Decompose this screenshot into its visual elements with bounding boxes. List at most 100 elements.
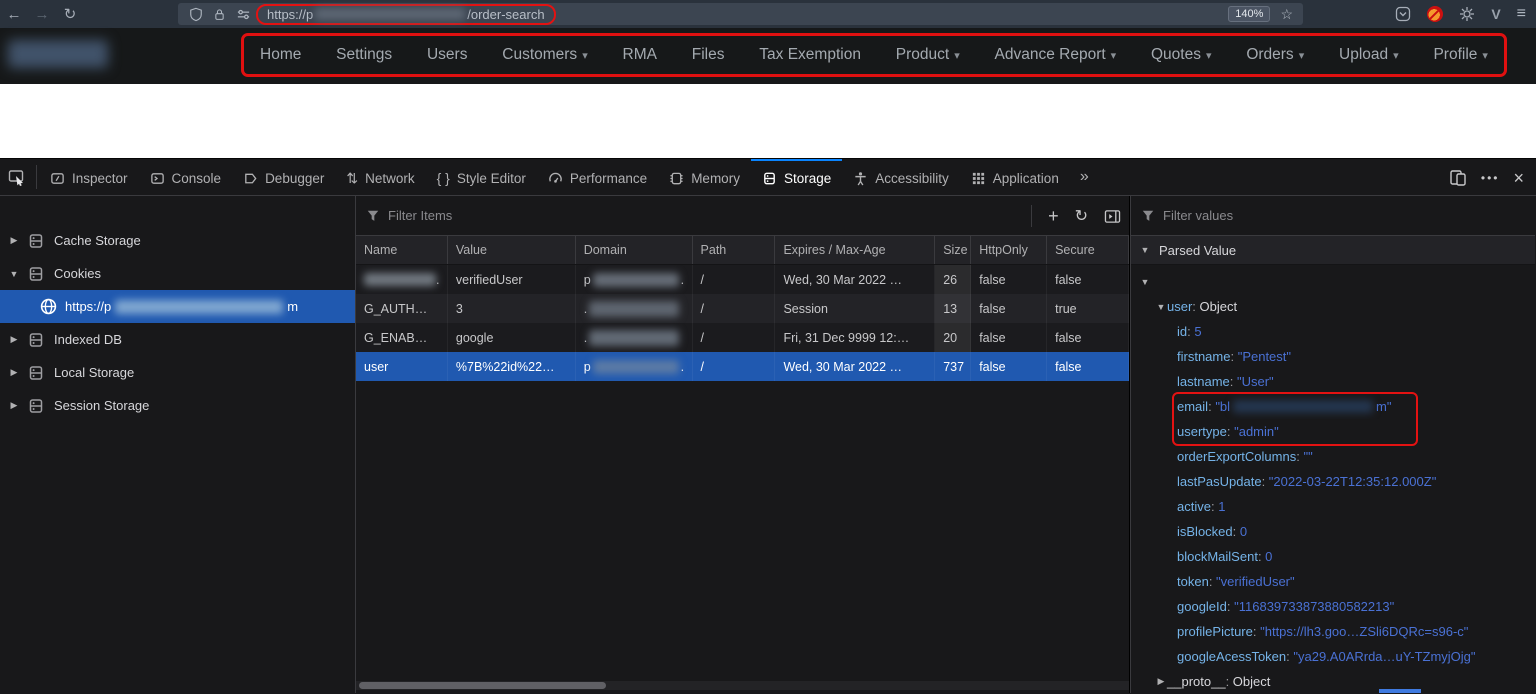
nav-item-customers[interactable]: Customers▾ bbox=[502, 46, 587, 64]
lock-icon[interactable] bbox=[213, 7, 226, 22]
tree-prop-isblocked[interactable]: isBlocked: 0 bbox=[1131, 519, 1535, 544]
tree-prop-lastname[interactable]: lastname: "User" bbox=[1131, 369, 1535, 394]
storage-type-icon bbox=[28, 332, 44, 348]
nav-item-tax-exemption[interactable]: Tax Exemption bbox=[759, 46, 861, 64]
bookmark-star-icon[interactable]: ☆ bbox=[1280, 6, 1293, 23]
nav-item-users[interactable]: Users bbox=[427, 46, 467, 64]
reload-button[interactable]: ↻ bbox=[56, 5, 84, 23]
col-header-domain[interactable]: Domain bbox=[576, 236, 693, 264]
tree-prop-blockmailsent[interactable]: blockMailSent: 0 bbox=[1131, 544, 1535, 569]
tree-prop-googleid[interactable]: googleId: "116839733873880582213" bbox=[1131, 594, 1535, 619]
toggle-sidebar-button[interactable] bbox=[1104, 209, 1121, 224]
filter-items-input[interactable]: Filter Items bbox=[388, 208, 452, 223]
table-row[interactable]: . verifiedUser p. / Wed, 30 Mar 2022 … 2… bbox=[356, 265, 1129, 294]
pocket-icon[interactable] bbox=[1395, 6, 1411, 22]
tree-prop-active[interactable]: active: 1 bbox=[1131, 494, 1535, 519]
add-item-button[interactable]: + bbox=[1048, 206, 1059, 227]
tree-prop-firstname[interactable]: firstname: "Pentest" bbox=[1131, 344, 1535, 369]
sidebar-item-local-storage[interactable]: ▶ Local Storage bbox=[0, 356, 355, 389]
tab-accessibility[interactable]: Accessibility bbox=[842, 159, 960, 195]
tree-prop-lastpasupdate[interactable]: lastPasUpdate: "2022-03-22T12:35:12.000Z… bbox=[1131, 469, 1535, 494]
nav-item-quotes[interactable]: Quotes▾ bbox=[1151, 46, 1212, 64]
url-bar[interactable]: https://p /order-search 140% ☆ bbox=[178, 3, 1303, 25]
nav-item-settings[interactable]: Settings bbox=[336, 46, 392, 64]
twisty-collapsed-icon[interactable]: ▶ bbox=[8, 400, 20, 411]
sidebar-item-session-storage[interactable]: ▶ Session Storage bbox=[0, 389, 355, 422]
twisty-collapsed-icon[interactable]: ▶ bbox=[8, 367, 20, 378]
sidebar-item-cookies[interactable]: ▼ Cookies bbox=[0, 257, 355, 290]
table-row[interactable]: G_AUTH… 3 . / Session 13 false true bbox=[356, 294, 1129, 323]
col-header-secure[interactable]: Secure bbox=[1047, 236, 1129, 264]
toolbar-addons: V ≡ bbox=[1395, 0, 1532, 28]
zoom-level-badge[interactable]: 140% bbox=[1228, 6, 1270, 22]
nav-item-orders[interactable]: Orders▾ bbox=[1246, 46, 1304, 64]
hamburger-menu-icon[interactable]: ≡ bbox=[1517, 5, 1526, 23]
tree-node-proto[interactable]: ▶__proto__: Object bbox=[1131, 669, 1535, 694]
tab-network[interactable]: ⇅ Network bbox=[335, 159, 425, 195]
permissions-icon[interactable] bbox=[236, 7, 251, 22]
col-header-value[interactable]: Value bbox=[448, 236, 576, 264]
twisty-expanded-icon[interactable]: ▼ bbox=[8, 269, 20, 279]
tree-prop-googleacesstoken[interactable]: googleAcessToken: "ya29.A0ARrda…uY-TZmyj… bbox=[1131, 644, 1535, 669]
responsive-mode-icon[interactable] bbox=[1449, 169, 1467, 187]
col-header-expires[interactable]: Expires / Max-Age bbox=[775, 236, 935, 264]
tab-storage[interactable]: Storage bbox=[751, 159, 842, 195]
back-button[interactable]: ← bbox=[0, 6, 28, 23]
nav-item-rma[interactable]: RMA bbox=[623, 46, 657, 64]
more-tabs-chevron-icon[interactable]: » bbox=[1070, 159, 1099, 195]
scrollbar-thumb[interactable] bbox=[1379, 689, 1421, 693]
horizontal-scrollbar[interactable] bbox=[356, 681, 1129, 690]
tab-style-editor[interactable]: { } Style Editor bbox=[426, 159, 537, 195]
twisty-collapsed-icon[interactable]: ▶ bbox=[8, 235, 20, 246]
gear-addon-icon[interactable] bbox=[1459, 6, 1475, 22]
col-header-size[interactable]: Size bbox=[935, 236, 971, 264]
tree-prop-id[interactable]: id: 5 bbox=[1131, 319, 1535, 344]
forward-button[interactable]: → bbox=[28, 6, 56, 23]
twisty-expanded-icon[interactable]: ▼ bbox=[1139, 245, 1151, 255]
twisty-collapsed-icon[interactable]: ▶ bbox=[1155, 676, 1167, 687]
nav-item-upload[interactable]: Upload▾ bbox=[1339, 46, 1399, 64]
tree-prop-orderexportcolumns[interactable]: orderExportColumns: "" bbox=[1131, 444, 1535, 469]
sidebar-item-cache-storage[interactable]: ▶ Cache Storage bbox=[0, 224, 355, 257]
tab-performance[interactable]: Performance bbox=[537, 159, 658, 195]
sidebar-item-indexed-db[interactable]: ▶ Indexed DB bbox=[0, 323, 355, 356]
nav-item-product[interactable]: Product▾ bbox=[896, 46, 960, 64]
tab-application[interactable]: Application bbox=[960, 159, 1070, 195]
tree-prop-profilepicture[interactable]: profilePicture: "https://lh3.goo…ZSli6DQ… bbox=[1131, 619, 1535, 644]
refresh-items-button[interactable]: ↻ bbox=[1075, 206, 1088, 226]
parsed-value-header[interactable]: ▼ Parsed Value bbox=[1131, 236, 1535, 265]
pick-element-button[interactable] bbox=[0, 159, 34, 195]
tab-debugger[interactable]: Debugger bbox=[232, 159, 335, 195]
twisty-expanded-icon[interactable]: ▼ bbox=[1139, 277, 1151, 287]
twisty-collapsed-icon[interactable]: ▶ bbox=[8, 334, 20, 345]
close-icon[interactable]: × bbox=[1513, 168, 1524, 189]
devtools-menu-icon[interactable]: ••• bbox=[1481, 171, 1500, 185]
nav-item-home[interactable]: Home bbox=[260, 46, 301, 64]
nav-item-profile[interactable]: Profile▾ bbox=[1433, 46, 1487, 64]
scrollbar-thumb[interactable] bbox=[359, 682, 606, 689]
redaction bbox=[589, 301, 679, 317]
tree-node-user[interactable]: ▼user: Object bbox=[1131, 294, 1535, 319]
v-addon-icon[interactable]: V bbox=[1491, 6, 1500, 22]
tree-prop-email[interactable]: email: "blm" bbox=[1131, 394, 1535, 419]
filter-values-input[interactable]: Filter values bbox=[1163, 208, 1233, 223]
nav-item-files[interactable]: Files bbox=[692, 46, 725, 64]
tab-console[interactable]: Console bbox=[139, 159, 233, 195]
tab-memory[interactable]: Memory bbox=[658, 159, 751, 195]
twisty-expanded-icon[interactable]: ▼ bbox=[1155, 302, 1167, 312]
tree-root[interactable]: ▼ bbox=[1131, 269, 1535, 294]
orange-addon-icon[interactable] bbox=[1427, 6, 1443, 22]
table-row[interactable]: G_ENAB… google . / Fri, 31 Dec 9999 12:…… bbox=[356, 323, 1129, 352]
sidebar-item-cookie-origin[interactable]: https://p m bbox=[0, 290, 355, 323]
table-row-selected[interactable]: user %7B%22id%22… p. / Wed, 30 Mar 2022 … bbox=[356, 352, 1129, 381]
col-header-path[interactable]: Path bbox=[693, 236, 776, 264]
tree-prop-token[interactable]: token: "verifiedUser" bbox=[1131, 569, 1535, 594]
shield-icon[interactable] bbox=[189, 7, 203, 22]
tab-inspector[interactable]: Inspector bbox=[39, 159, 139, 195]
cell-expires: Wed, 30 Mar 2022 … bbox=[775, 352, 935, 381]
tree-prop-usertype[interactable]: usertype: "admin" bbox=[1131, 419, 1535, 444]
col-header-name[interactable]: Name bbox=[356, 236, 448, 264]
debugger-icon bbox=[243, 171, 258, 186]
col-header-httponly[interactable]: HttpOnly bbox=[971, 236, 1047, 264]
nav-item-advance-report[interactable]: Advance Report▾ bbox=[995, 46, 1117, 64]
